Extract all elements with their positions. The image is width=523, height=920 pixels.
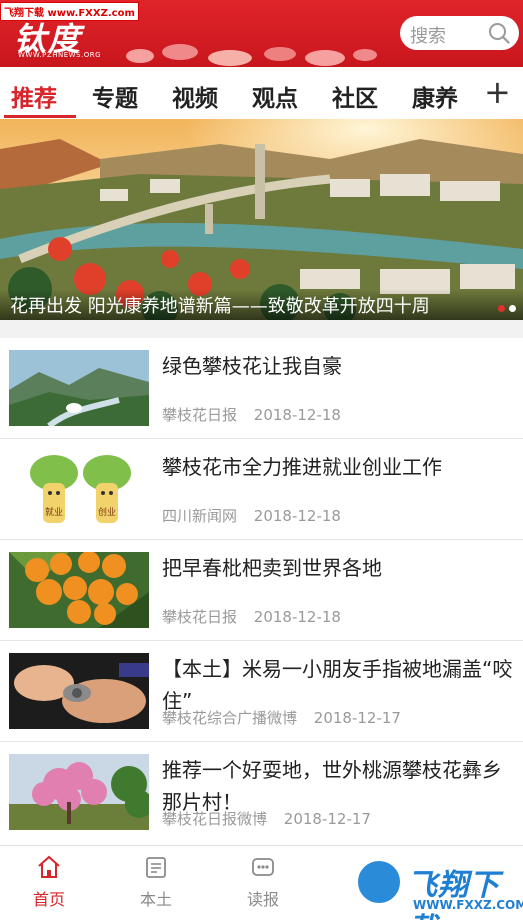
thumb-label-employment: 就业 (45, 506, 63, 518)
news-title: 攀枝花市全力推进就业创业工作 (162, 455, 442, 479)
search-placeholder: 搜索 (410, 26, 446, 47)
news-source: 攀枝花综合广播微博 (162, 709, 298, 727)
banner-caption: 花再出发 阳光康养地谱新篇——致敬改革开放四十周 (10, 296, 430, 317)
home-icon (38, 855, 60, 878)
news-thumbnail (9, 653, 149, 729)
tab-recommend[interactable]: 推荐 (11, 79, 57, 113)
search-box[interactable]: 搜索 (400, 16, 519, 50)
news-source: 攀枝花日报微博 (162, 810, 268, 828)
news-date: 2018-12-17 (283, 810, 371, 828)
thumb-label-startup: 创业 (98, 506, 116, 518)
news-item[interactable]: 【本土】米易一小朋友手指被地漏盖“咬住” 攀枝花综合广播微博 2018-12-1… (0, 641, 523, 742)
news-title: 绿色攀枝花让我自豪 (162, 354, 342, 378)
local-news-icon (146, 857, 166, 878)
news-source: 攀枝花日报 (162, 608, 238, 626)
tab-topics[interactable]: 专题 (92, 79, 138, 113)
header-flower-decoration (126, 44, 377, 66)
nav-newspaper-label: 读报 (246, 890, 279, 909)
carousel-dot[interactable] (509, 305, 516, 312)
news-item[interactable]: 绿色攀枝花让我自豪 攀枝花日报 2018-12-18 (0, 338, 523, 439)
tab-community[interactable]: 社区 (332, 79, 378, 113)
news-date: 2018-12-17 (313, 709, 401, 727)
news-thumbnail (9, 350, 149, 426)
news-meta: 攀枝花日报微博 2018-12-17 (162, 808, 383, 829)
news-meta: 攀枝花日报 2018-12-18 (162, 606, 353, 627)
app-header: 钛度 WWW.PZHNEWS.ORG 飞翔下载 www.FXXZ.com 搜索 (0, 0, 523, 67)
tab-videos[interactable]: 视频 (172, 79, 218, 113)
news-title: 把早春枇杷卖到世界各地 (162, 556, 382, 580)
news-date: 2018-12-18 (253, 507, 341, 525)
search-icon (489, 23, 510, 44)
newspaper-icon (252, 858, 274, 876)
nav-home-label: 首页 (32, 890, 65, 909)
add-tab-button[interactable]: + (484, 73, 511, 111)
news-meta: 四川新闻网 2018-12-18 (162, 505, 353, 526)
news-item[interactable]: 推荐一个好耍地，世外桃源攀枝花彝乡那片村！ 攀枝花日报微博 2018-12-17 (0, 742, 523, 843)
banner-caption-bar: 花再出发 阳光康养地谱新篇——致敬改革开放四十周 (0, 289, 523, 320)
news-thumbnail (9, 552, 149, 628)
nav-newspaper[interactable]: 读报 (233, 854, 293, 910)
download-site-watermark: 飞翔下载 www.FXXZ.com (0, 2, 139, 21)
news-date: 2018-12-18 (253, 406, 341, 424)
download-site-watermark-logo: 飞翔下载 WWW.FXXZ.COM (355, 858, 523, 920)
logo-url: WWW.PZHNEWS.ORG (18, 51, 102, 59)
carousel-dot-active[interactable] (498, 305, 505, 312)
watermark-url: WWW.FXXZ.COM (413, 898, 523, 912)
nav-home[interactable]: 首页 (19, 854, 79, 910)
active-tab-indicator (4, 115, 76, 118)
news-source: 四川新闻网 (162, 507, 238, 525)
news-thumbnail (9, 754, 149, 830)
news-item[interactable]: 就业 创业 攀枝花市全力推进就业创业工作 四川新闻网 2018-12-18 (0, 439, 523, 540)
news-date: 2018-12-18 (253, 608, 341, 626)
watermark-badge-icon (355, 858, 403, 906)
news-meta: 攀枝花日报 2018-12-18 (162, 404, 353, 425)
tab-wellness[interactable]: 康养 (412, 79, 458, 113)
news-source: 攀枝花日报 (162, 406, 238, 424)
nav-local-label: 本土 (139, 890, 172, 909)
news-item[interactable]: 把早春枇杷卖到世界各地 攀枝花日报 2018-12-18 (0, 540, 523, 641)
featured-banner[interactable]: 花再出发 阳光康养地谱新篇——致敬改革开放四十周 (0, 119, 523, 320)
nav-local[interactable]: 本土 (126, 854, 186, 910)
tab-opinions[interactable]: 观点 (252, 79, 298, 113)
news-meta: 攀枝花综合广播微博 2018-12-17 (162, 707, 413, 728)
section-divider (0, 320, 523, 338)
category-tabs: 推荐 专题 视频 观点 社区 康养 + (0, 67, 523, 119)
news-thumbnail: 就业 创业 (9, 451, 149, 527)
